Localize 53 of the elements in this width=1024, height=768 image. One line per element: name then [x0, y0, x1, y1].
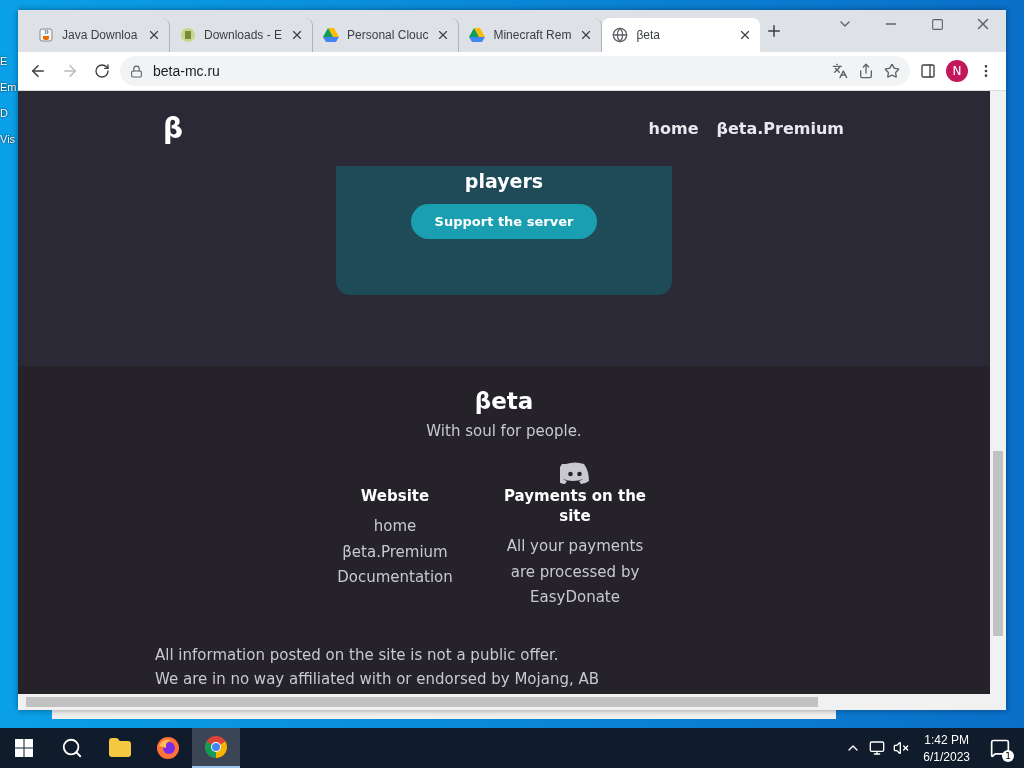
notification-count: 1 — [1002, 750, 1014, 762]
folder-icon — [108, 736, 132, 760]
footer-link[interactable]: βeta.Premium — [342, 539, 448, 565]
side-panel-icon[interactable] — [920, 63, 936, 79]
java-cup-icon — [38, 27, 54, 43]
clock[interactable]: 1:42 PM 6/1/2023 — [913, 732, 980, 764]
search-icon[interactable] — [61, 737, 83, 759]
chrome-icon — [204, 735, 228, 759]
maximize-icon[interactable] — [930, 17, 944, 31]
desktop-icon-label: Em — [0, 81, 18, 93]
chat-controller-icon[interactable] — [560, 462, 590, 484]
address-bar[interactable]: beta-mc.ru — [120, 56, 910, 86]
disclaimer-text: All information posted on the site is not a public offer. — [155, 644, 560, 665]
lock-icon — [130, 64, 143, 78]
volume-muted-icon[interactable] — [893, 740, 910, 756]
back-icon[interactable] — [29, 62, 47, 80]
horizontal-scrollbar[interactable] — [18, 694, 990, 710]
profile-avatar[interactable]: N — [946, 60, 968, 82]
browser-tab[interactable]: βeta — [602, 18, 761, 52]
windows-start-icon[interactable] — [15, 739, 33, 757]
tab-title: Minecraft Rem — [493, 28, 572, 42]
desktop-icon-label: D — [0, 107, 9, 119]
nav-link[interactable]: βeta.Premium — [716, 119, 844, 138]
payments-text: All your payments are processed by EasyDonate — [505, 536, 645, 608]
drive-icon — [323, 28, 340, 42]
share-icon[interactable] — [858, 63, 874, 79]
network-icon[interactable] — [869, 740, 886, 756]
footer-title: βeta — [474, 388, 534, 414]
footer-link[interactable]: home — [373, 514, 417, 540]
tab-title: βeta — [636, 28, 662, 42]
nav-link[interactable]: home — [648, 119, 699, 138]
reload-icon[interactable] — [94, 63, 110, 79]
column-heading: Payments on the site — [503, 486, 647, 526]
taskbar-app[interactable] — [192, 728, 240, 768]
footer-link[interactable]: Documentation — [337, 565, 453, 591]
tab-title: Personal Clouc — [347, 28, 429, 42]
column-heading: Website — [360, 486, 430, 506]
card-heading: players — [464, 170, 544, 192]
disclaimer-text: We are in no way affiliated with or endorsed by Mojang, AB — [155, 668, 600, 689]
archive-icon — [180, 27, 196, 43]
bookmark-star-icon[interactable] — [884, 63, 900, 79]
close-icon[interactable] — [147, 28, 161, 42]
tab-title: Downloads - E — [204, 28, 283, 42]
vertical-scrollbar[interactable] — [990, 91, 1006, 710]
desktop-icon-label: Vis — [0, 133, 17, 145]
tagline: With soul for people. — [426, 422, 582, 440]
translate-icon[interactable] — [832, 63, 848, 79]
site-logo[interactable]: β — [163, 112, 184, 145]
desktop-icon-label: E — [0, 55, 9, 67]
globe-icon — [612, 27, 629, 43]
firefox-icon — [156, 736, 180, 760]
tab-title: Java Downloa — [62, 28, 139, 42]
drive-icon — [469, 28, 486, 42]
